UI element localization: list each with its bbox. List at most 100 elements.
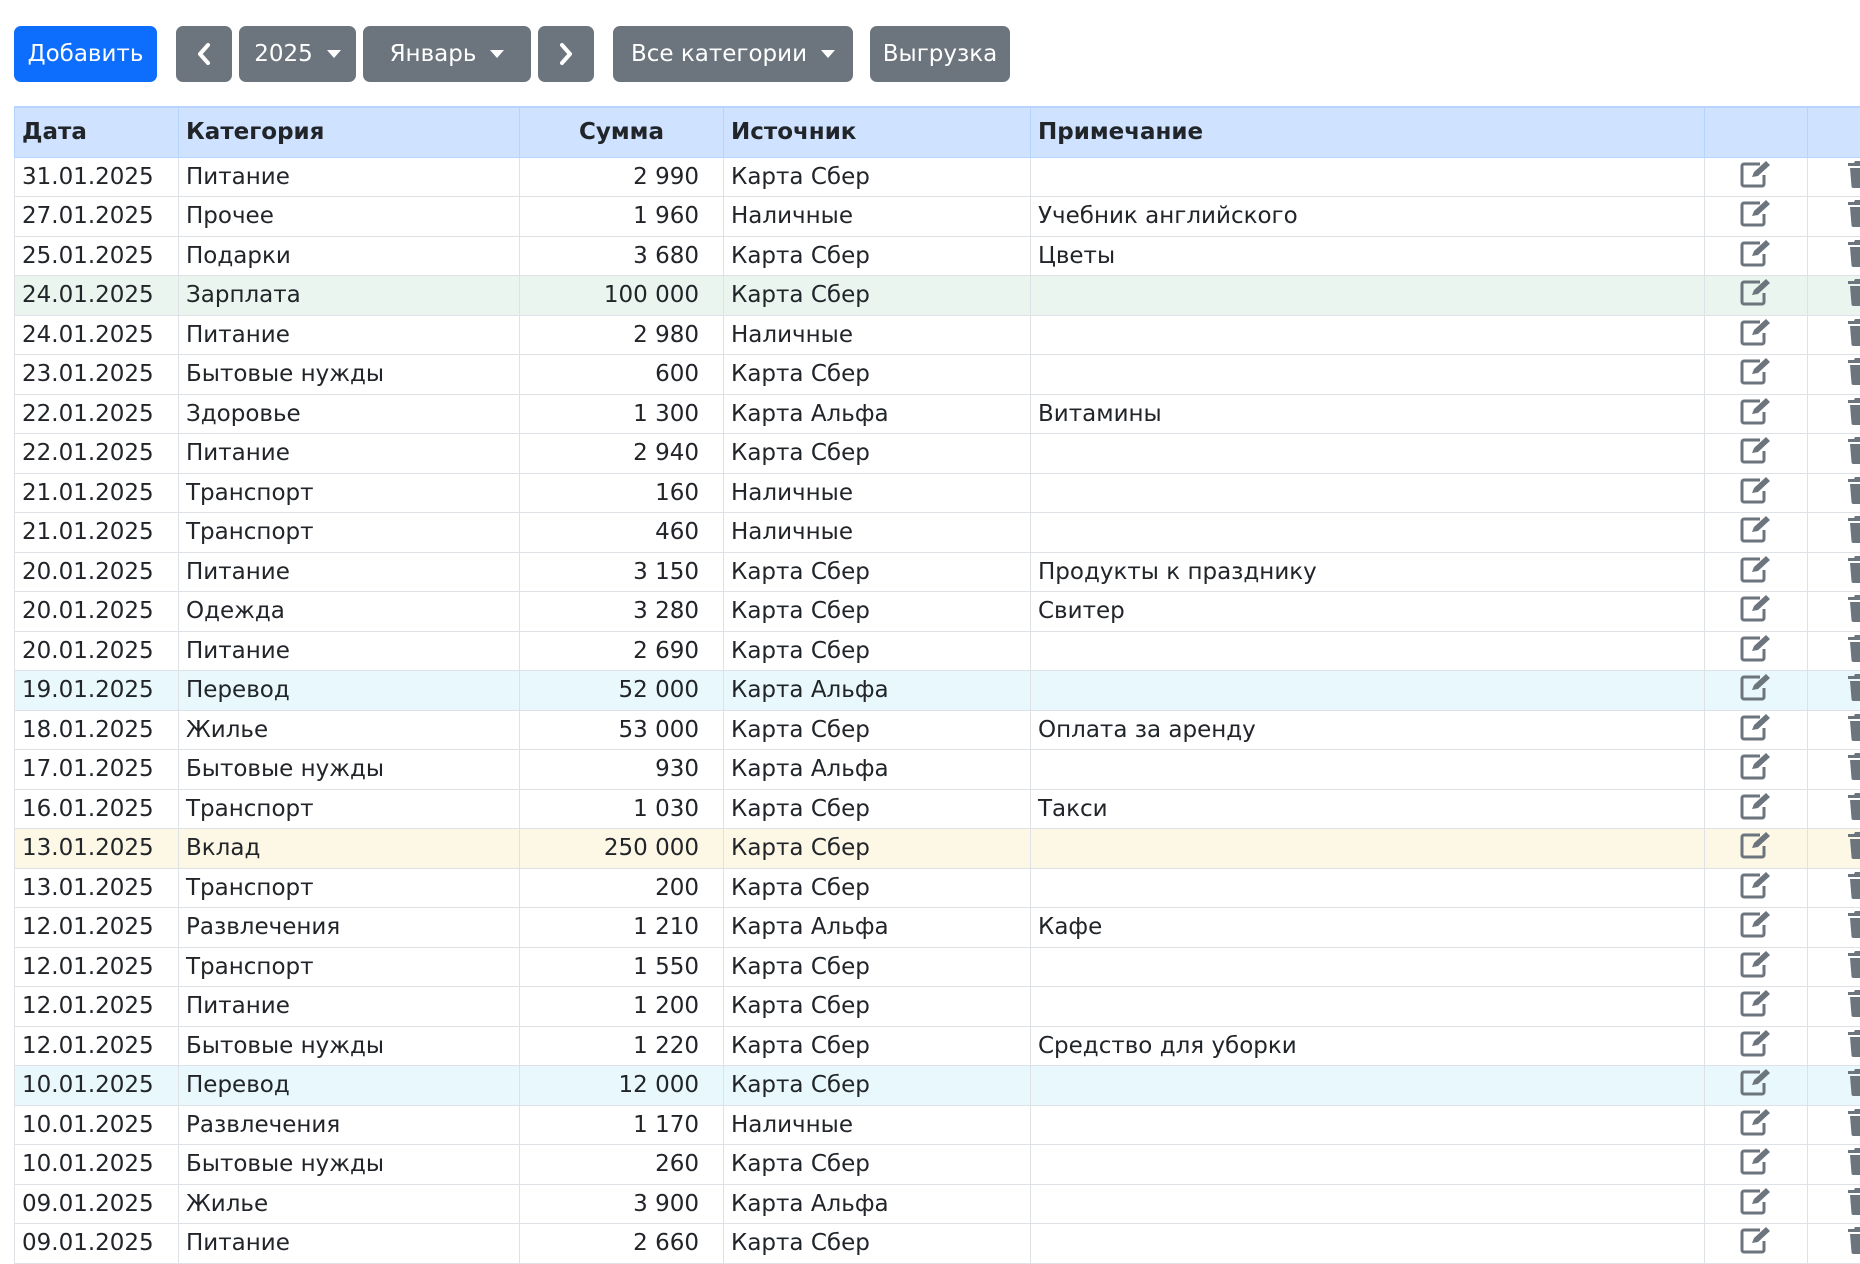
edit-cell (1705, 1105, 1808, 1145)
delete-cell (1808, 789, 1860, 829)
edit-icon[interactable] (1740, 278, 1772, 312)
edit-icon[interactable] (1740, 318, 1772, 352)
cell-note (1031, 157, 1705, 197)
cell-date: 12.01.2025 (15, 987, 179, 1027)
trash-icon[interactable] (1847, 1068, 1860, 1102)
trash-icon[interactable] (1847, 397, 1860, 431)
delete-cell (1808, 197, 1860, 237)
delete-cell (1808, 1066, 1860, 1106)
category-filter-dropdown[interactable]: Все категории (613, 26, 853, 82)
trash-icon[interactable] (1847, 555, 1860, 589)
edit-icon[interactable] (1740, 436, 1772, 470)
cell-category: Транспорт (179, 789, 520, 829)
edit-icon[interactable] (1740, 1108, 1772, 1142)
edit-icon[interactable] (1740, 1226, 1772, 1260)
edit-icon[interactable] (1740, 160, 1772, 194)
cell-date: 12.01.2025 (15, 908, 179, 948)
delete-cell (1808, 987, 1860, 1027)
edit-icon[interactable] (1740, 515, 1772, 549)
delete-cell (1808, 592, 1860, 632)
column-header-edit (1705, 107, 1808, 157)
edit-icon[interactable] (1740, 1029, 1772, 1063)
trash-icon[interactable] (1847, 713, 1860, 747)
trash-icon[interactable] (1847, 1226, 1860, 1260)
trash-icon[interactable] (1847, 792, 1860, 826)
trash-icon[interactable] (1847, 1029, 1860, 1063)
edit-icon[interactable] (1740, 199, 1772, 233)
trash-icon[interactable] (1847, 752, 1860, 786)
cell-note (1031, 829, 1705, 869)
export-button[interactable]: Выгрузка (870, 26, 1010, 82)
edit-cell (1705, 987, 1808, 1027)
cell-note (1031, 868, 1705, 908)
edit-icon[interactable] (1740, 634, 1772, 668)
edit-cell (1705, 750, 1808, 790)
edit-icon[interactable] (1740, 1147, 1772, 1181)
edit-cell (1705, 671, 1808, 711)
trash-icon[interactable] (1847, 199, 1860, 233)
cell-source: Наличные (724, 315, 1031, 355)
edit-icon[interactable] (1740, 989, 1772, 1023)
edit-icon[interactable] (1740, 713, 1772, 747)
trash-icon[interactable] (1847, 1147, 1860, 1181)
trash-icon[interactable] (1847, 634, 1860, 668)
cell-date: 20.01.2025 (15, 592, 179, 632)
edit-icon[interactable] (1740, 1068, 1772, 1102)
cell-source: Карта Сбер (724, 157, 1031, 197)
trash-icon[interactable] (1847, 436, 1860, 470)
table-row: 10.01.2025 Бытовые нужды 260 Карта Сбер (15, 1145, 1860, 1185)
cell-note (1031, 473, 1705, 513)
cell-category: Бытовые нужды (179, 1145, 520, 1185)
trash-icon[interactable] (1847, 594, 1860, 628)
cell-amount: 1 210 (520, 908, 724, 948)
table-row: 09.01.2025 Жилье 3 900 Карта Альфа (15, 1184, 1860, 1224)
trash-icon[interactable] (1847, 673, 1860, 707)
month-dropdown[interactable]: Январь (363, 26, 531, 82)
edit-icon[interactable] (1740, 910, 1772, 944)
cell-date: 10.01.2025 (15, 1105, 179, 1145)
edit-icon[interactable] (1740, 357, 1772, 391)
cell-amount: 1 030 (520, 789, 724, 829)
prev-month-button[interactable] (176, 26, 232, 82)
next-month-button[interactable] (538, 26, 594, 82)
edit-icon[interactable] (1740, 792, 1772, 826)
cell-note (1031, 315, 1705, 355)
cell-date: 12.01.2025 (15, 1026, 179, 1066)
trash-icon[interactable] (1847, 1187, 1860, 1221)
edit-icon[interactable] (1740, 1187, 1772, 1221)
trash-icon[interactable] (1847, 989, 1860, 1023)
trash-icon[interactable] (1847, 318, 1860, 352)
column-header-source: Источник (724, 107, 1031, 157)
edit-icon[interactable] (1740, 831, 1772, 865)
edit-cell (1705, 789, 1808, 829)
edit-icon[interactable] (1740, 950, 1772, 984)
edit-icon[interactable] (1740, 673, 1772, 707)
edit-icon[interactable] (1740, 871, 1772, 905)
trash-icon[interactable] (1847, 1108, 1860, 1142)
edit-icon[interactable] (1740, 752, 1772, 786)
edit-icon[interactable] (1740, 239, 1772, 273)
table-row: 25.01.2025 Подарки 3 680 Карта Сбер Цвет… (15, 236, 1860, 276)
edit-icon[interactable] (1740, 397, 1772, 431)
edit-icon[interactable] (1740, 594, 1772, 628)
cell-category: Прочее (179, 197, 520, 237)
table-row: 16.01.2025 Транспорт 1 030 Карта Сбер Та… (15, 789, 1860, 829)
cell-date: 09.01.2025 (15, 1184, 179, 1224)
trash-icon[interactable] (1847, 515, 1860, 549)
add-button[interactable]: Добавить (14, 26, 157, 82)
cell-date: 13.01.2025 (15, 868, 179, 908)
trash-icon[interactable] (1847, 160, 1860, 194)
edit-icon[interactable] (1740, 476, 1772, 510)
trash-icon[interactable] (1847, 278, 1860, 312)
trash-icon[interactable] (1847, 910, 1860, 944)
trash-icon[interactable] (1847, 950, 1860, 984)
cell-category: Подарки (179, 236, 520, 276)
trash-icon[interactable] (1847, 357, 1860, 391)
trash-icon[interactable] (1847, 239, 1860, 273)
trash-icon[interactable] (1847, 831, 1860, 865)
cell-category: Транспорт (179, 513, 520, 553)
trash-icon[interactable] (1847, 871, 1860, 905)
trash-icon[interactable] (1847, 476, 1860, 510)
year-dropdown[interactable]: 2025 (239, 26, 356, 82)
edit-icon[interactable] (1740, 555, 1772, 589)
